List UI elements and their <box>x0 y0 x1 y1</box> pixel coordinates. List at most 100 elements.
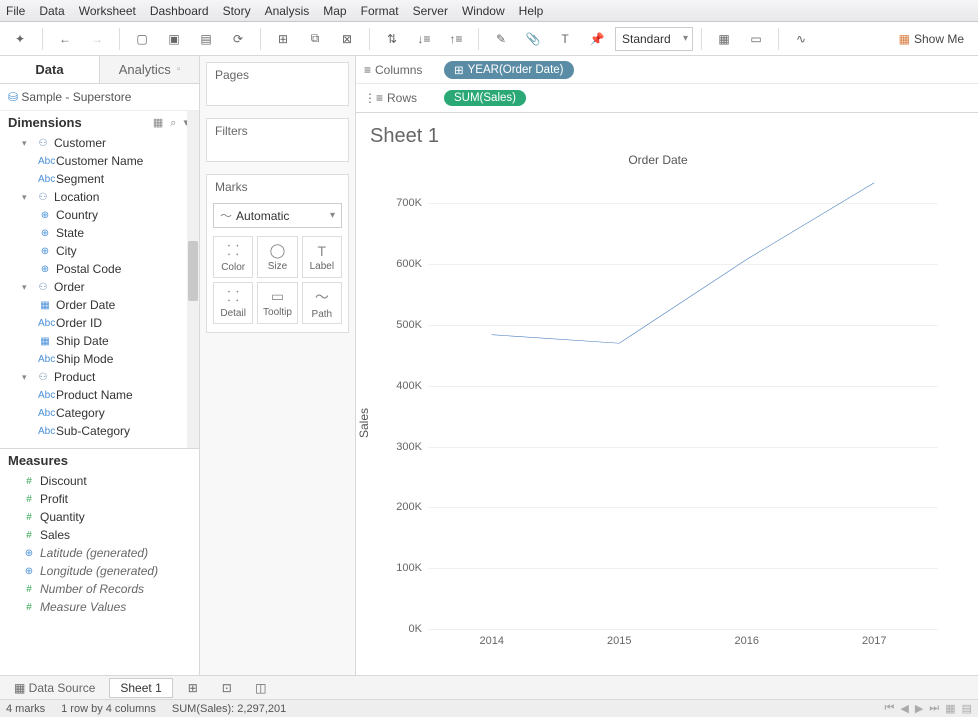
columns-pill[interactable]: ⊞YEAR(Order Date) <box>444 61 574 79</box>
save-icon[interactable]: ▢ <box>128 26 156 52</box>
tab-datasource[interactable]: ▦ Data Source <box>6 679 103 697</box>
view-grid-icon[interactable]: ▦ <box>945 702 955 715</box>
dim-field[interactable]: ⊕Postal Code <box>0 260 199 278</box>
measure-field[interactable]: #Profit <box>0 490 199 508</box>
color-icon: ⸬ <box>227 241 239 260</box>
measures-header: Measures <box>0 449 199 472</box>
marks-color[interactable]: ⸬Color <box>213 236 253 278</box>
measure-field[interactable]: #Sales <box>0 526 199 544</box>
measure-field[interactable]: ⊕Latitude (generated) <box>0 544 199 562</box>
columns-icon: ≡ <box>364 63 371 77</box>
y-axis-label: Sales <box>357 408 371 438</box>
dim-field[interactable]: ⊕City <box>0 242 199 260</box>
measure-field[interactable]: #Measure Values <box>0 598 199 616</box>
refresh-icon[interactable]: ⟳ <box>224 26 252 52</box>
fit-select[interactable]: Standard <box>615 27 693 51</box>
tab-data[interactable]: Data <box>0 56 99 83</box>
marks-label[interactable]: TLabel <box>302 236 342 278</box>
dim-group[interactable]: ▾⚇Product <box>0 368 199 386</box>
chart-plot[interactable]: Sales 0K100K200K300K400K500K600K700K 201… <box>368 173 948 659</box>
logo-icon[interactable]: ✦ <box>6 26 34 52</box>
path-icon: 〜 <box>315 287 329 307</box>
nav-first-icon[interactable]: ⏮ <box>884 702 894 715</box>
dim-field[interactable]: AbcCategory <box>0 404 199 422</box>
pages-card[interactable]: Pages <box>206 62 349 106</box>
dim-group[interactable]: ▾⚇Location <box>0 188 199 206</box>
dim-field[interactable]: ▦Ship Date <box>0 332 199 350</box>
dim-field[interactable]: AbcShip Mode <box>0 350 199 368</box>
measure-field[interactable]: #Quantity <box>0 508 199 526</box>
sort-asc-icon[interactable]: ↓≡ <box>410 26 438 52</box>
new-worksheet-icon[interactable]: ⊞ <box>179 675 207 701</box>
marks-detail[interactable]: ⸬Detail <box>213 282 253 324</box>
datasource-name[interactable]: ⛁ Sample - Superstore <box>0 84 199 111</box>
rows-shelf[interactable]: ⋮≡Rows SUM(Sales) <box>356 84 978 112</box>
cards-icon[interactable]: ▦ <box>710 26 738 52</box>
line-series[interactable] <box>492 183 875 344</box>
dim-group[interactable]: ▾⚇Order <box>0 278 199 296</box>
view-list-icon[interactable]: ▤ <box>962 702 972 715</box>
menu-format[interactable]: Format <box>361 4 399 18</box>
tab-analytics[interactable]: Analytics▫ <box>99 56 199 83</box>
marks-tooltip[interactable]: ▭Tooltip <box>257 282 297 324</box>
nav-last-icon[interactable]: ⏭ <box>929 702 939 715</box>
label-icon[interactable]: T <box>551 26 579 52</box>
menu-server[interactable]: Server <box>413 4 448 18</box>
back-icon[interactable]: ← <box>51 26 79 52</box>
menu-story[interactable]: Story <box>223 4 251 18</box>
present-icon[interactable]: ▭ <box>742 26 770 52</box>
marks-size[interactable]: ◯Size <box>257 236 297 278</box>
measure-field[interactable]: #Number of Records <box>0 580 199 598</box>
new-sheet-icon[interactable]: ⊞ <box>269 26 297 52</box>
dim-field[interactable]: AbcCustomer Name <box>0 152 199 170</box>
dim-group[interactable]: ▾⚇Customer <box>0 134 199 152</box>
menu-data[interactable]: Data <box>39 4 64 18</box>
new-story-icon[interactable]: ◫ <box>247 675 275 701</box>
dims-scrollbar[interactable] <box>187 111 199 448</box>
dim-field[interactable]: AbcSub-Category <box>0 422 199 440</box>
dimensions-tools[interactable]: ▦ ⌕ ▾ <box>153 116 191 130</box>
toolbar: ✦ ← → ▢ ▣ ▤ ⟳ ⊞ ⧉ ⊠ ⇅ ↓≡ ↑≡ ✎ 📎 T 📌 Stan… <box>0 22 978 56</box>
rows-pill[interactable]: SUM(Sales) <box>444 90 526 106</box>
highlight-icon[interactable]: ✎ <box>487 26 515 52</box>
marks-path[interactable]: 〜Path <box>302 282 342 324</box>
pin-icon[interactable]: 📌 <box>583 26 611 52</box>
sheet-title[interactable]: Sheet 1 <box>368 121 966 156</box>
sort-desc-icon[interactable]: ↑≡ <box>442 26 470 52</box>
mark-type-select[interactable]: 〜 Automatic <box>213 203 342 228</box>
dim-field[interactable]: AbcSegment <box>0 170 199 188</box>
menu-dashboard[interactable]: Dashboard <box>150 4 209 18</box>
nav-prev-icon[interactable]: ◀ <box>900 702 908 715</box>
show-me-button[interactable]: ▦ Show Me <box>891 32 972 46</box>
tab-sheet1[interactable]: Sheet 1 <box>109 678 172 698</box>
new-dashboard-icon[interactable]: ⊡ <box>213 675 241 701</box>
dim-field[interactable]: AbcProduct Name <box>0 386 199 404</box>
menu-help[interactable]: Help <box>519 4 544 18</box>
duplicate-icon[interactable]: ⧉ <box>301 26 329 52</box>
new-data-icon[interactable]: ▣ <box>160 26 188 52</box>
status-bar: 4 marks 1 row by 4 columns SUM(Sales): 2… <box>0 699 978 717</box>
menu-map[interactable]: Map <box>323 4 346 18</box>
swap-icon[interactable]: ⇅ <box>378 26 406 52</box>
dim-field[interactable]: ⊕State <box>0 224 199 242</box>
dim-field[interactable]: ⊕Country <box>0 206 199 224</box>
attach-icon[interactable]: 📎 <box>519 26 547 52</box>
menu-window[interactable]: Window <box>462 4 505 18</box>
y-tick: 0K <box>409 623 422 635</box>
menu-worksheet[interactable]: Worksheet <box>79 4 136 18</box>
dim-field[interactable]: ▦Order Date <box>0 296 199 314</box>
pause-icon[interactable]: ▤ <box>192 26 220 52</box>
detail-icon: ⸬ <box>227 287 239 306</box>
menu-file[interactable]: File <box>6 4 25 18</box>
nav-next-icon[interactable]: ▶ <box>915 702 923 715</box>
columns-shelf[interactable]: ≡Columns ⊞YEAR(Order Date) <box>356 56 978 84</box>
menu-bar: File Data Worksheet Dashboard Story Anal… <box>0 0 978 22</box>
clear-icon[interactable]: ⊠ <box>333 26 361 52</box>
measure-field[interactable]: #Discount <box>0 472 199 490</box>
dim-field[interactable]: AbcOrder ID <box>0 314 199 332</box>
measure-field[interactable]: ⊕Longitude (generated) <box>0 562 199 580</box>
filters-card[interactable]: Filters <box>206 118 349 162</box>
menu-analysis[interactable]: Analysis <box>265 4 310 18</box>
share-icon[interactable]: ∿ <box>787 26 815 52</box>
forward-icon[interactable]: → <box>83 26 111 52</box>
